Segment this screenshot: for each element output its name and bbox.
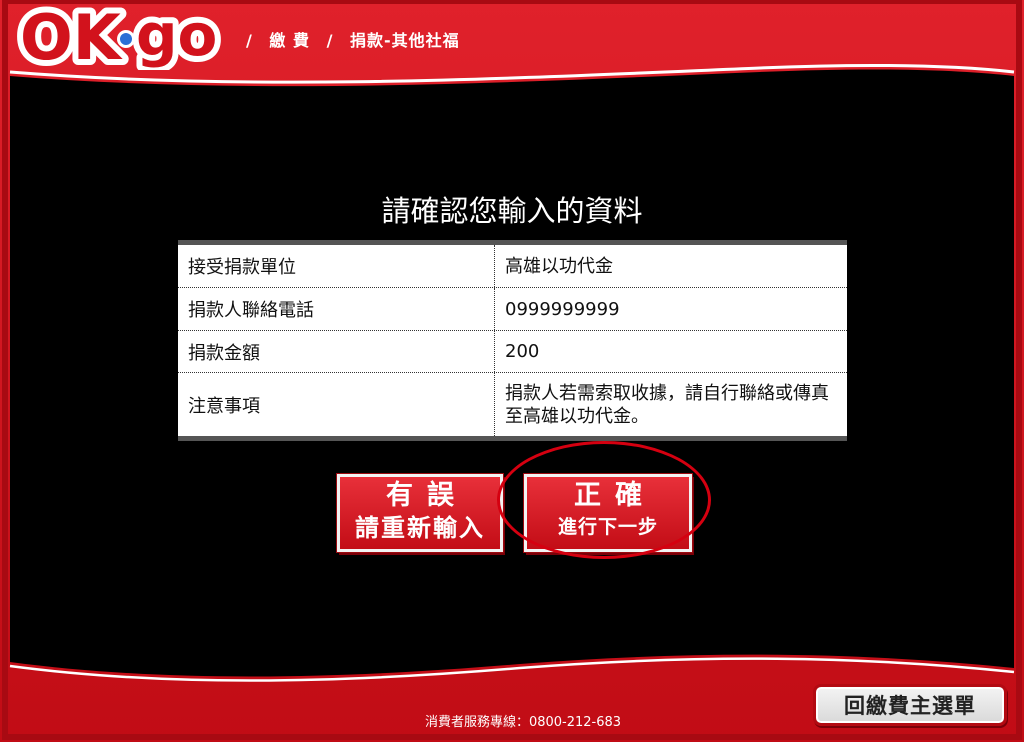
breadcrumb-separator: / [246, 31, 253, 50]
confirm-button-line1: 正確 [574, 480, 656, 511]
back-to-payment-menu-button[interactable]: 回繳費主選單 [813, 684, 1007, 726]
row-value: 高雄以功代金 [505, 255, 613, 277]
table-row: 捐款人聯絡電話 0999999999 [178, 288, 847, 331]
reenter-button[interactable]: 有誤 請重新輸入 [337, 474, 503, 552]
row-label: 捐款人聯絡電話 [178, 288, 495, 330]
confirm-button-line2: 進行下一步 [557, 516, 658, 538]
table-row: 注意事項 捐款人若需索取收據，請自行聯絡或傳真至高雄以功代金。 [178, 373, 847, 436]
confirmation-table: 接受捐款單位 高雄以功代金 捐款人聯絡電話 0999999999 捐款金額 20… [178, 240, 847, 441]
reenter-button-line1: 有誤 [386, 480, 468, 511]
svg-text:OK: OK [20, 4, 123, 70]
row-label: 接受捐款單位 [178, 245, 495, 287]
row-value: 0999999999 [505, 298, 620, 320]
row-value: 200 [505, 341, 540, 362]
row-value: 捐款人若需索取收據，請自行聯絡或傳真至高雄以功代金。 [505, 382, 829, 427]
table-row: 接受捐款單位 高雄以功代金 [178, 245, 847, 288]
row-label: 捐款金額 [178, 331, 495, 372]
reenter-button-line2: 請重新輸入 [355, 514, 485, 542]
kiosk-screen: OK OK go go / 繳 費 / 捐款-其他社福 請確認您輸入的資料 接受… [0, 0, 1024, 742]
svg-text:go: go [136, 4, 217, 69]
okgo-logo: OK OK go go [14, 4, 223, 70]
breadcrumb: / 繳 費 / 捐款-其他社福 [246, 27, 470, 51]
row-label: 注意事項 [178, 373, 495, 436]
confirm-next-button[interactable]: 正確 進行下一步 [524, 474, 692, 552]
breadcrumb-item-donation: 捐款-其他社福 [350, 31, 460, 50]
breadcrumb-separator: / [326, 31, 334, 50]
page-title: 請確認您輸入的資料 [381, 194, 643, 228]
breadcrumb-item-payment: 繳 費 [269, 31, 310, 50]
table-row: 捐款金額 200 [178, 331, 847, 373]
